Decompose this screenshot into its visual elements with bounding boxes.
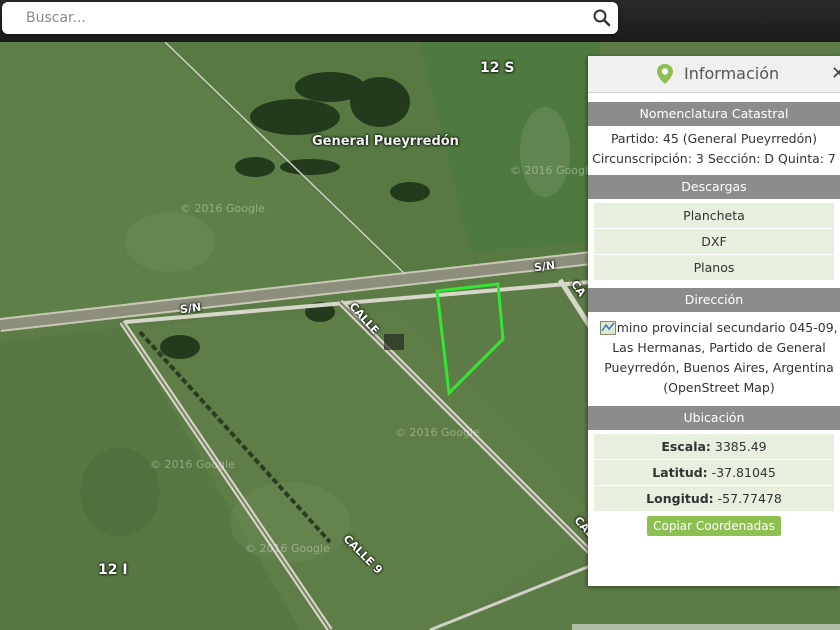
map-watermark: © 2016 Google [150,458,235,471]
downloads-list: Plancheta DXF Planos [588,203,840,281]
cadastral-info: Partido: 45 (General Pueyrredón) Circuns… [588,126,840,169]
search-input[interactable] [12,2,582,34]
map-attribution-bar [572,624,840,630]
block-label: 12 S [480,60,515,76]
panel-header: Información ✕ [588,56,840,93]
longitude-label: Longitud: [646,491,714,506]
latitude-label: Latitud: [652,465,708,480]
map-watermark: © 2016 Google [395,426,480,439]
address-block: Camino provincial secundario 045-09, Las… [588,312,840,402]
latitude-value: -37.81045 [711,465,776,480]
cadastral-details-text: Circunscripción: 3 Sección: D Quinta: 7 [592,151,836,166]
download-dxf-link[interactable]: DXF [594,229,834,255]
map-watermark: © 2016 Google [180,202,265,215]
longitude-row: Longitud: -57.77478 [594,486,834,512]
road-label: S/N [533,258,556,275]
copy-coordinates-button[interactable]: Copiar Coordenadas [647,516,781,536]
scale-row: Escala: 3385.49 [594,434,834,460]
download-plancheta-link[interactable]: Plancheta [594,203,834,229]
section-header-downloads: Descargas [588,175,840,199]
search-icon[interactable] [592,8,612,28]
section-header-cadastral: Nomenclatura Catastral [588,102,840,126]
latitude-row: Latitud: -37.81045 [594,460,834,486]
longitude-value: -57.77478 [717,491,782,506]
location-info: Escala: 3385.49 Latitud: -37.81045 Longi… [588,434,840,536]
panel-title: Información [684,64,780,83]
scale-value: 3385.49 [714,439,767,454]
address-text: Camino provincial secundario 045-09, Las… [600,320,838,395]
road-label: S/N [179,300,202,317]
scale-label: Escala: [661,439,711,454]
copy-row: Copiar Coordenadas [588,512,840,536]
info-panel: Información ✕ Nomenclatura Catastral Par… [588,56,840,586]
close-icon[interactable]: ✕ [831,63,840,84]
top-bar [0,0,840,42]
map-watermark: © 2016 Google [510,164,595,177]
block-label: 12 I [98,562,128,578]
town-label: General Pueyrredón [312,134,459,149]
map-watermark: © 2016 Google [245,542,330,555]
search-box [2,2,618,34]
download-planos-link[interactable]: Planos [594,255,834,281]
osm-map-icon [600,321,616,335]
map-pin-icon [657,64,673,84]
section-header-address: Dirección [588,288,840,312]
partido-text: Partido: 45 (General Pueyrredón) [610,131,818,146]
section-header-location: Ubicación [588,406,840,430]
